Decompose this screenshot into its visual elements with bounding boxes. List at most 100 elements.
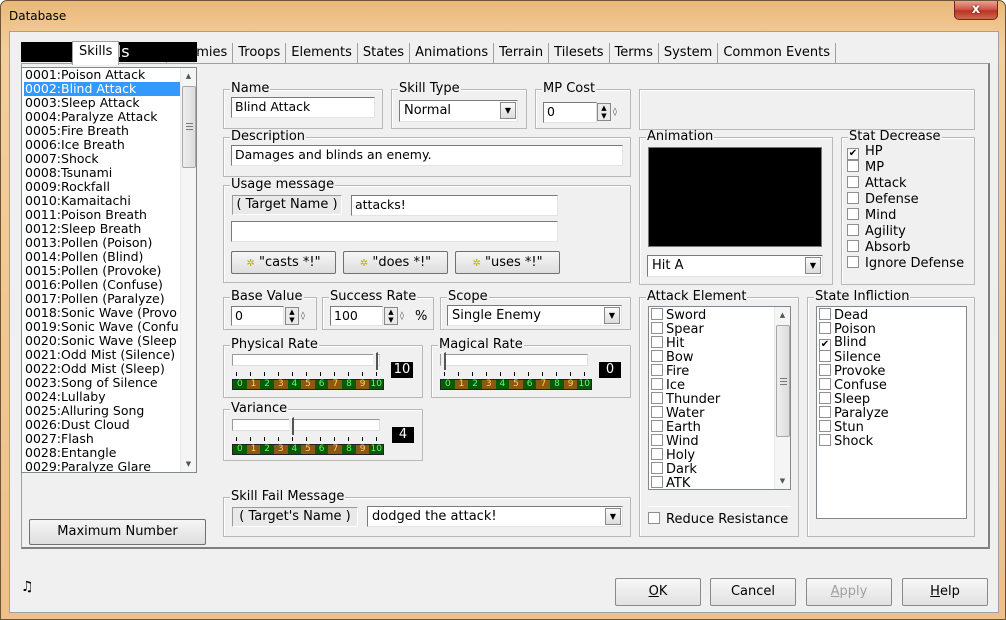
checkbox[interactable] — [847, 256, 859, 268]
checkbox[interactable] — [847, 240, 859, 252]
checkbox[interactable] — [819, 322, 831, 334]
checkbox[interactable] — [847, 176, 859, 188]
checkbox[interactable] — [847, 208, 859, 220]
checkbox[interactable] — [651, 378, 663, 390]
tab-troops[interactable]: Troops — [233, 43, 286, 64]
scroll-thumb[interactable] — [776, 325, 790, 437]
element-spear-checkbox[interactable]: Spear — [650, 322, 774, 336]
skill-list-item[interactable]: 0015:Pollen (Provoke) — [24, 264, 180, 278]
base-value-spinner[interactable]: ▲▼ — [285, 307, 299, 325]
success-rate-input[interactable]: 100 — [330, 306, 383, 326]
checkbox[interactable] — [651, 434, 663, 446]
tab-terms[interactable]: Terms — [610, 43, 659, 64]
music-icon[interactable]: ♫ — [21, 579, 34, 595]
chevron-down-icon[interactable]: ▼ — [500, 102, 516, 119]
scroll-down-icon[interactable]: ▼ — [775, 473, 790, 489]
stat-absorb-checkbox[interactable]: Absorb — [847, 240, 964, 256]
cancel-button[interactable]: Cancel — [710, 578, 796, 606]
skill-list-item[interactable]: 0023:Song of Silence — [24, 376, 180, 390]
description-input[interactable]: Damages and blinds an enemy. — [231, 145, 623, 166]
reduce-resistance-checkbox[interactable]: Reduce Resistance — [648, 512, 788, 528]
tab-animations[interactable]: Animations — [410, 43, 494, 64]
skill-list-item[interactable]: 0022:Odd Mist (Sleep) — [24, 362, 180, 376]
skill-list-item[interactable]: 0020:Sonic Wave (Sleep — [24, 334, 180, 348]
skill-list-item[interactable]: 0012:Sleep Breath — [24, 222, 180, 236]
state-silence-checkbox[interactable]: Silence — [818, 350, 966, 364]
skill-list-item[interactable]: 0027:Flash — [24, 432, 180, 446]
scope-select[interactable]: Single Enemy ▼ — [447, 305, 622, 326]
stat-attack-checkbox[interactable]: Attack — [847, 176, 964, 192]
skill-list-item[interactable]: 0017:Pollen (Paralyze) — [24, 292, 180, 306]
element-atk-checkbox[interactable]: ATK — [650, 476, 774, 490]
checkbox[interactable] — [651, 420, 663, 432]
element-sword-checkbox[interactable]: Sword — [650, 308, 774, 322]
state-shock-checkbox[interactable]: Shock — [818, 434, 966, 448]
usage-message-line2-input[interactable] — [231, 221, 558, 242]
checkbox[interactable] — [651, 308, 663, 320]
element-thunder-checkbox[interactable]: Thunder — [650, 392, 774, 406]
success-rate-drag-icon[interactable]: ◊ — [399, 307, 405, 325]
tab-states[interactable]: States — [358, 43, 410, 64]
skill-list-item[interactable]: 0026:Dust Cloud — [24, 418, 180, 432]
slider-track[interactable] — [232, 419, 380, 431]
checkbox[interactable] — [819, 420, 831, 432]
chevron-down-icon[interactable]: ▼ — [604, 307, 620, 324]
checkbox[interactable] — [819, 350, 831, 362]
state-confuse-checkbox[interactable]: Confuse — [818, 378, 966, 392]
checkbox[interactable] — [847, 160, 859, 172]
checkbox[interactable] — [819, 308, 831, 320]
success-rate-spinner[interactable]: ▲▼ — [384, 307, 398, 325]
element-fire-checkbox[interactable]: Fire — [650, 364, 774, 378]
skill-type-select[interactable]: Normal ▼ — [399, 100, 518, 122]
fail-message-select[interactable]: dodged the attack! ▼ — [367, 506, 623, 527]
checkbox[interactable] — [819, 434, 831, 446]
state-dead-checkbox[interactable]: Dead — [818, 308, 966, 322]
tab-system[interactable]: System — [659, 43, 718, 64]
checkbox[interactable] — [819, 406, 831, 418]
slider-thumb[interactable] — [289, 417, 294, 435]
skill-list-item[interactable]: 0003:Sleep Attack — [24, 96, 180, 110]
slider-thumb[interactable] — [441, 352, 446, 370]
skill-list-item[interactable]: 0010:Kamaitachi — [24, 194, 180, 208]
skill-list-item[interactable]: 0014:Pollen (Blind) — [24, 250, 180, 264]
skill-list-item[interactable]: 0001:Poison Attack — [24, 68, 180, 82]
slider-track[interactable] — [440, 354, 588, 366]
apply-button[interactable]: Apply — [806, 578, 892, 606]
stat-agility-checkbox[interactable]: Agility — [847, 224, 964, 240]
state-sleep-checkbox[interactable]: Sleep — [818, 392, 966, 406]
skill-list-item[interactable]: 0029:Paralyze Glare — [24, 460, 180, 472]
scroll-thumb[interactable] — [182, 86, 196, 168]
mp-cost-drag-icon[interactable]: ◊ — [612, 103, 618, 121]
tab-common-events[interactable]: Common Events — [718, 43, 836, 64]
element-earth-checkbox[interactable]: Earth — [650, 420, 774, 434]
checkbox[interactable] — [651, 392, 663, 404]
casts-button[interactable]: ✲ "casts *!" — [231, 251, 336, 274]
checkbox[interactable] — [819, 378, 831, 390]
base-value-drag-icon[interactable]: ◊ — [300, 307, 306, 325]
slider-thumb[interactable] — [373, 352, 378, 370]
base-value-input[interactable]: 0 — [231, 306, 284, 326]
checkbox[interactable] — [651, 476, 663, 488]
element-list-scrollbar[interactable]: ▲ ▼ — [774, 307, 790, 489]
skill-list-item[interactable]: 0016:Pollen (Confuse) — [24, 278, 180, 292]
tab-skills[interactable]: Skills — [72, 41, 119, 65]
usage-message-line1-input[interactable]: attacks! — [351, 195, 558, 216]
slider-track[interactable] — [232, 354, 380, 366]
tab-terrain[interactable]: Terrain — [494, 43, 549, 64]
stat-mp-checkbox[interactable]: MP — [847, 160, 964, 176]
skill-list-item[interactable]: 0009:Rockfall — [24, 180, 180, 194]
state-paralyze-checkbox[interactable]: Paralyze — [818, 406, 966, 420]
skill-list-item[interactable]: 0028:Entangle — [24, 446, 180, 460]
skill-list-item[interactable]: 0025:Alluring Song — [24, 404, 180, 418]
checkbox[interactable] — [651, 462, 663, 474]
tab-elements[interactable]: Elements — [286, 43, 358, 64]
name-input[interactable]: Blind Attack — [231, 97, 375, 118]
stat-defense-checkbox[interactable]: Defense — [847, 192, 964, 208]
element-wind-checkbox[interactable]: Wind — [650, 434, 774, 448]
uses-button[interactable]: ✲ "uses *!" — [455, 251, 560, 274]
state-provoke-checkbox[interactable]: Provoke — [818, 364, 966, 378]
checkbox[interactable] — [648, 512, 660, 524]
element-ice-checkbox[interactable]: Ice — [650, 378, 774, 392]
skill-list-item[interactable]: 0002:Blind Attack — [24, 82, 180, 96]
mp-cost-spinner[interactable]: ▲▼ — [597, 103, 611, 121]
